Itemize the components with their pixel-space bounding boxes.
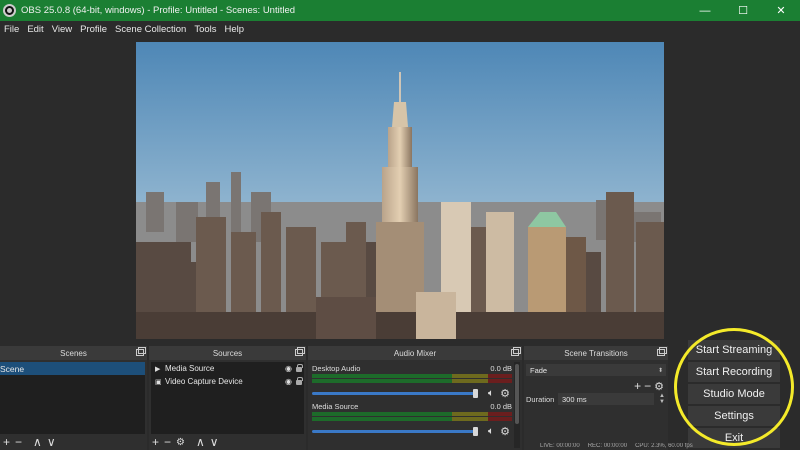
gear-icon[interactable]: ⚙ [500,425,510,438]
menu-help[interactable]: Help [221,24,249,35]
menu-tools[interactable]: Tools [190,24,220,35]
source-label: Video Capture Device [165,377,243,386]
scenes-header: Scenes [0,346,147,360]
camera-icon: ▣ [155,378,162,386]
preview-area [0,37,800,344]
settings-button[interactable]: Settings [688,406,780,426]
remove-icon[interactable]: − [644,379,651,393]
volume-meter [312,379,512,383]
lock-icon[interactable] [296,364,303,372]
city-skyline-image [136,42,664,339]
scenes-dock: Scenes Scene + − ∧ ∨ [0,346,147,450]
volume-slider[interactable] [312,392,474,395]
menu-view[interactable]: View [48,24,76,35]
source-item[interactable]: ▣ Video Capture Device ◉ [151,375,304,388]
lock-icon[interactable] [296,377,303,385]
start-streaming-button[interactable]: Start Streaming [688,340,780,360]
scene-transitions-header: Scene Transitions [524,346,668,360]
obs-logo-icon [3,4,16,17]
sources-header: Sources [149,346,306,360]
transition-tools: + − ⚙ [634,379,664,393]
channel-name: Media Source [312,402,359,411]
channel-name: Desktop Audio [312,364,361,373]
audio-mixer-title: Audio Mixer [393,348,437,358]
mixer-channel-media-source: Media Source 0.0 dB 🔈︎ ⚙ [312,402,512,442]
studio-mode-button[interactable]: Studio Mode [688,384,780,404]
mixer-channel-desktop-audio: Desktop Audio 0.0 dB 🔈︎ ⚙ [312,364,512,404]
title-bar: OBS 25.0.8 (64-bit, windows) - Profile: … [0,0,800,21]
sources-dock: Sources ▶ Media Source ◉ ▣ Video Capture… [149,346,306,450]
start-recording-button[interactable]: Start Recording [688,362,780,382]
minimize-button[interactable]: — [686,0,724,21]
gear-icon[interactable]: ⚙ [500,387,510,400]
move-down-icon[interactable]: ∨ [47,435,56,449]
scenes-toolbar: + − ∧ ∨ [0,434,147,450]
sources-toolbar: + − ⚙ ∧ ∨ [149,434,306,450]
undock-icon[interactable] [511,347,521,356]
remove-icon[interactable]: − [164,435,171,449]
status-bar: LIVE: 00:00:00 REC: 00:00:00 CPU: 2.3%, … [540,443,800,450]
duration-label: Duration [526,395,555,404]
scene-item[interactable]: Scene [0,362,145,375]
visibility-eye-icon[interactable]: ◉ [285,364,292,373]
rec-timer: REC: 00:00:00 [587,443,628,449]
cpu-fps: CPU: 2.3%, 60.00 fps [635,443,693,449]
sources-list: ▶ Media Source ◉ ▣ Video Capture Device … [151,362,304,434]
chevron-updown-icon: ⬍ [657,367,663,374]
gear-icon[interactable]: ⚙ [176,437,185,448]
speaker-icon[interactable]: 🔈︎ [488,388,494,399]
speaker-icon[interactable]: 🔈︎ [488,426,494,437]
scene-transitions-dock: Scene Transitions Fade ⬍ + − ⚙ Duration … [524,346,668,450]
volume-meter [312,374,512,378]
source-label: Media Source [165,364,215,373]
gear-icon[interactable]: ⚙ [654,380,664,393]
menu-file[interactable]: File [0,24,23,35]
transition-selected: Fade [530,365,548,375]
window-controls: — ☐ ✕ [686,0,800,21]
add-icon[interactable]: + [152,435,159,449]
channel-db: 0.0 dB [490,402,512,411]
preview-canvas[interactable] [136,42,664,339]
controls-panel: Start Streaming Start Recording Studio M… [670,336,800,450]
move-down-icon[interactable]: ∨ [210,435,219,449]
maximize-button[interactable]: ☐ [724,0,762,21]
move-up-icon[interactable]: ∧ [33,435,42,449]
menu-bar: File Edit View Profile Scene Collection … [0,21,800,37]
move-up-icon[interactable]: ∧ [196,435,205,449]
volume-slider-handle[interactable] [473,389,478,398]
add-icon[interactable]: + [3,435,10,449]
undock-icon[interactable] [136,347,146,356]
media-source-icon: ▶ [155,365,161,373]
volume-slider[interactable] [312,430,474,433]
live-timer: LIVE: 00:00:00 [540,443,580,449]
remove-icon[interactable]: − [15,435,22,449]
visibility-eye-icon[interactable]: ◉ [285,377,292,386]
spinner-arrows-icon[interactable]: ▲ ▼ [659,393,665,405]
scenes-title: Scenes [60,348,87,358]
audio-mixer-header: Audio Mixer [308,346,522,360]
menu-scene-collection[interactable]: Scene Collection [111,24,190,35]
mixer-scrollbar[interactable] [514,362,520,448]
close-button[interactable]: ✕ [762,0,800,21]
window-title: OBS 25.0.8 (64-bit, windows) - Profile: … [21,5,296,16]
source-item[interactable]: ▶ Media Source ◉ [151,362,304,375]
volume-meter [312,412,512,416]
undock-icon[interactable] [295,347,305,356]
volume-slider-handle[interactable] [473,427,478,436]
duration-input[interactable]: 300 ms [558,393,654,405]
channel-db: 0.0 dB [490,364,512,373]
transition-select[interactable]: Fade ⬍ [526,364,666,376]
duration-value: 300 ms [562,394,587,404]
volume-meter [312,417,512,421]
undock-icon[interactable] [657,347,667,356]
scene-transitions-title: Scene Transitions [564,348,628,358]
add-icon[interactable]: + [634,379,641,393]
menu-profile[interactable]: Profile [76,24,111,35]
sources-title: Sources [212,348,243,358]
menu-edit[interactable]: Edit [23,24,47,35]
scenes-list: Scene [0,362,145,434]
audio-mixer-dock: Audio Mixer Desktop Audio 0.0 dB 🔈︎ ⚙ Me… [308,346,522,450]
